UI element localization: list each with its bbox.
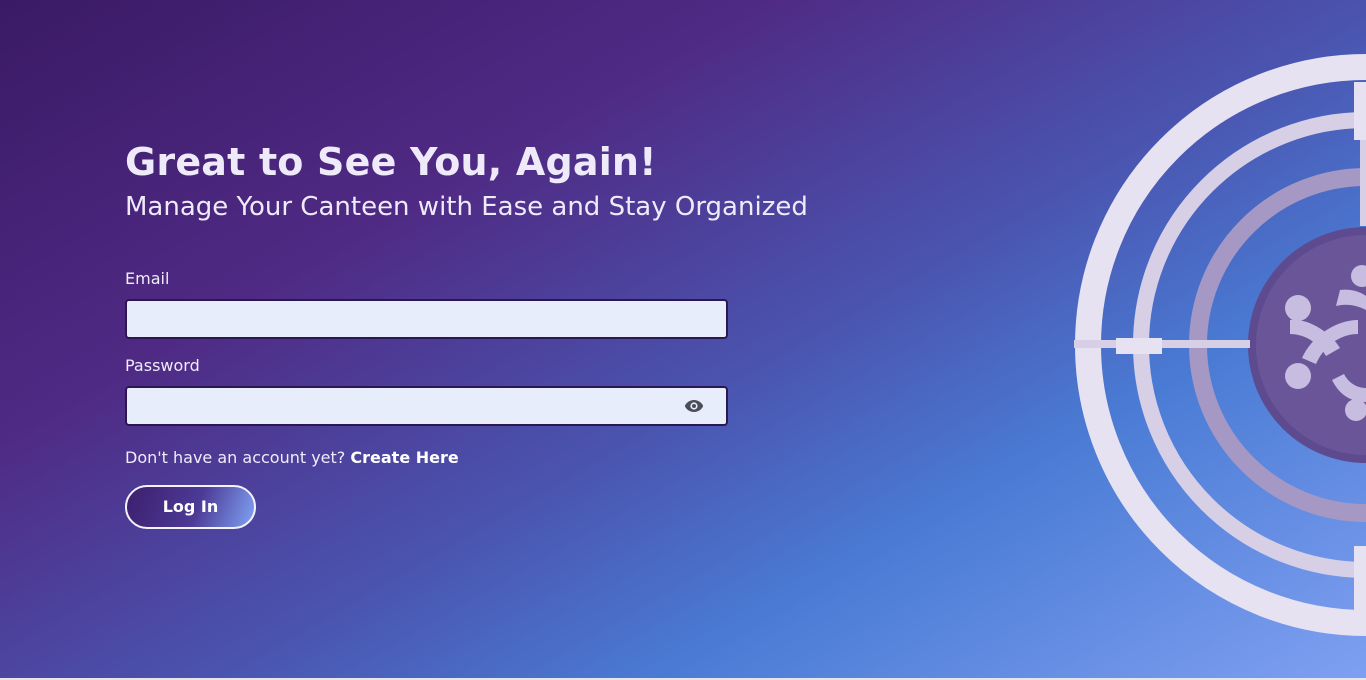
create-account-link[interactable]: Create Here: [350, 448, 458, 467]
signup-prompt-text: Don't have an account yet?: [125, 447, 346, 467]
password-field-container: [125, 385, 728, 426]
canteen-community-logo: [1074, 54, 1366, 636]
eye-icon[interactable]: [684, 399, 704, 413]
page-title: Great to See You, Again!: [125, 140, 657, 184]
email-field[interactable]: [127, 300, 726, 337]
page-subtitle: Manage Your Canteen with Ease and Stay O…: [125, 191, 808, 222]
login-panel: Great to See You, Again! Manage Your Can…: [125, 140, 885, 529]
email-field-container: [125, 298, 728, 339]
email-label: Email: [125, 268, 170, 288]
login-button[interactable]: Log In: [125, 484, 256, 529]
signup-prompt: Don't have an account yet? Create Here: [125, 448, 885, 467]
password-field[interactable]: [127, 387, 726, 424]
password-label: Password: [125, 355, 200, 375]
